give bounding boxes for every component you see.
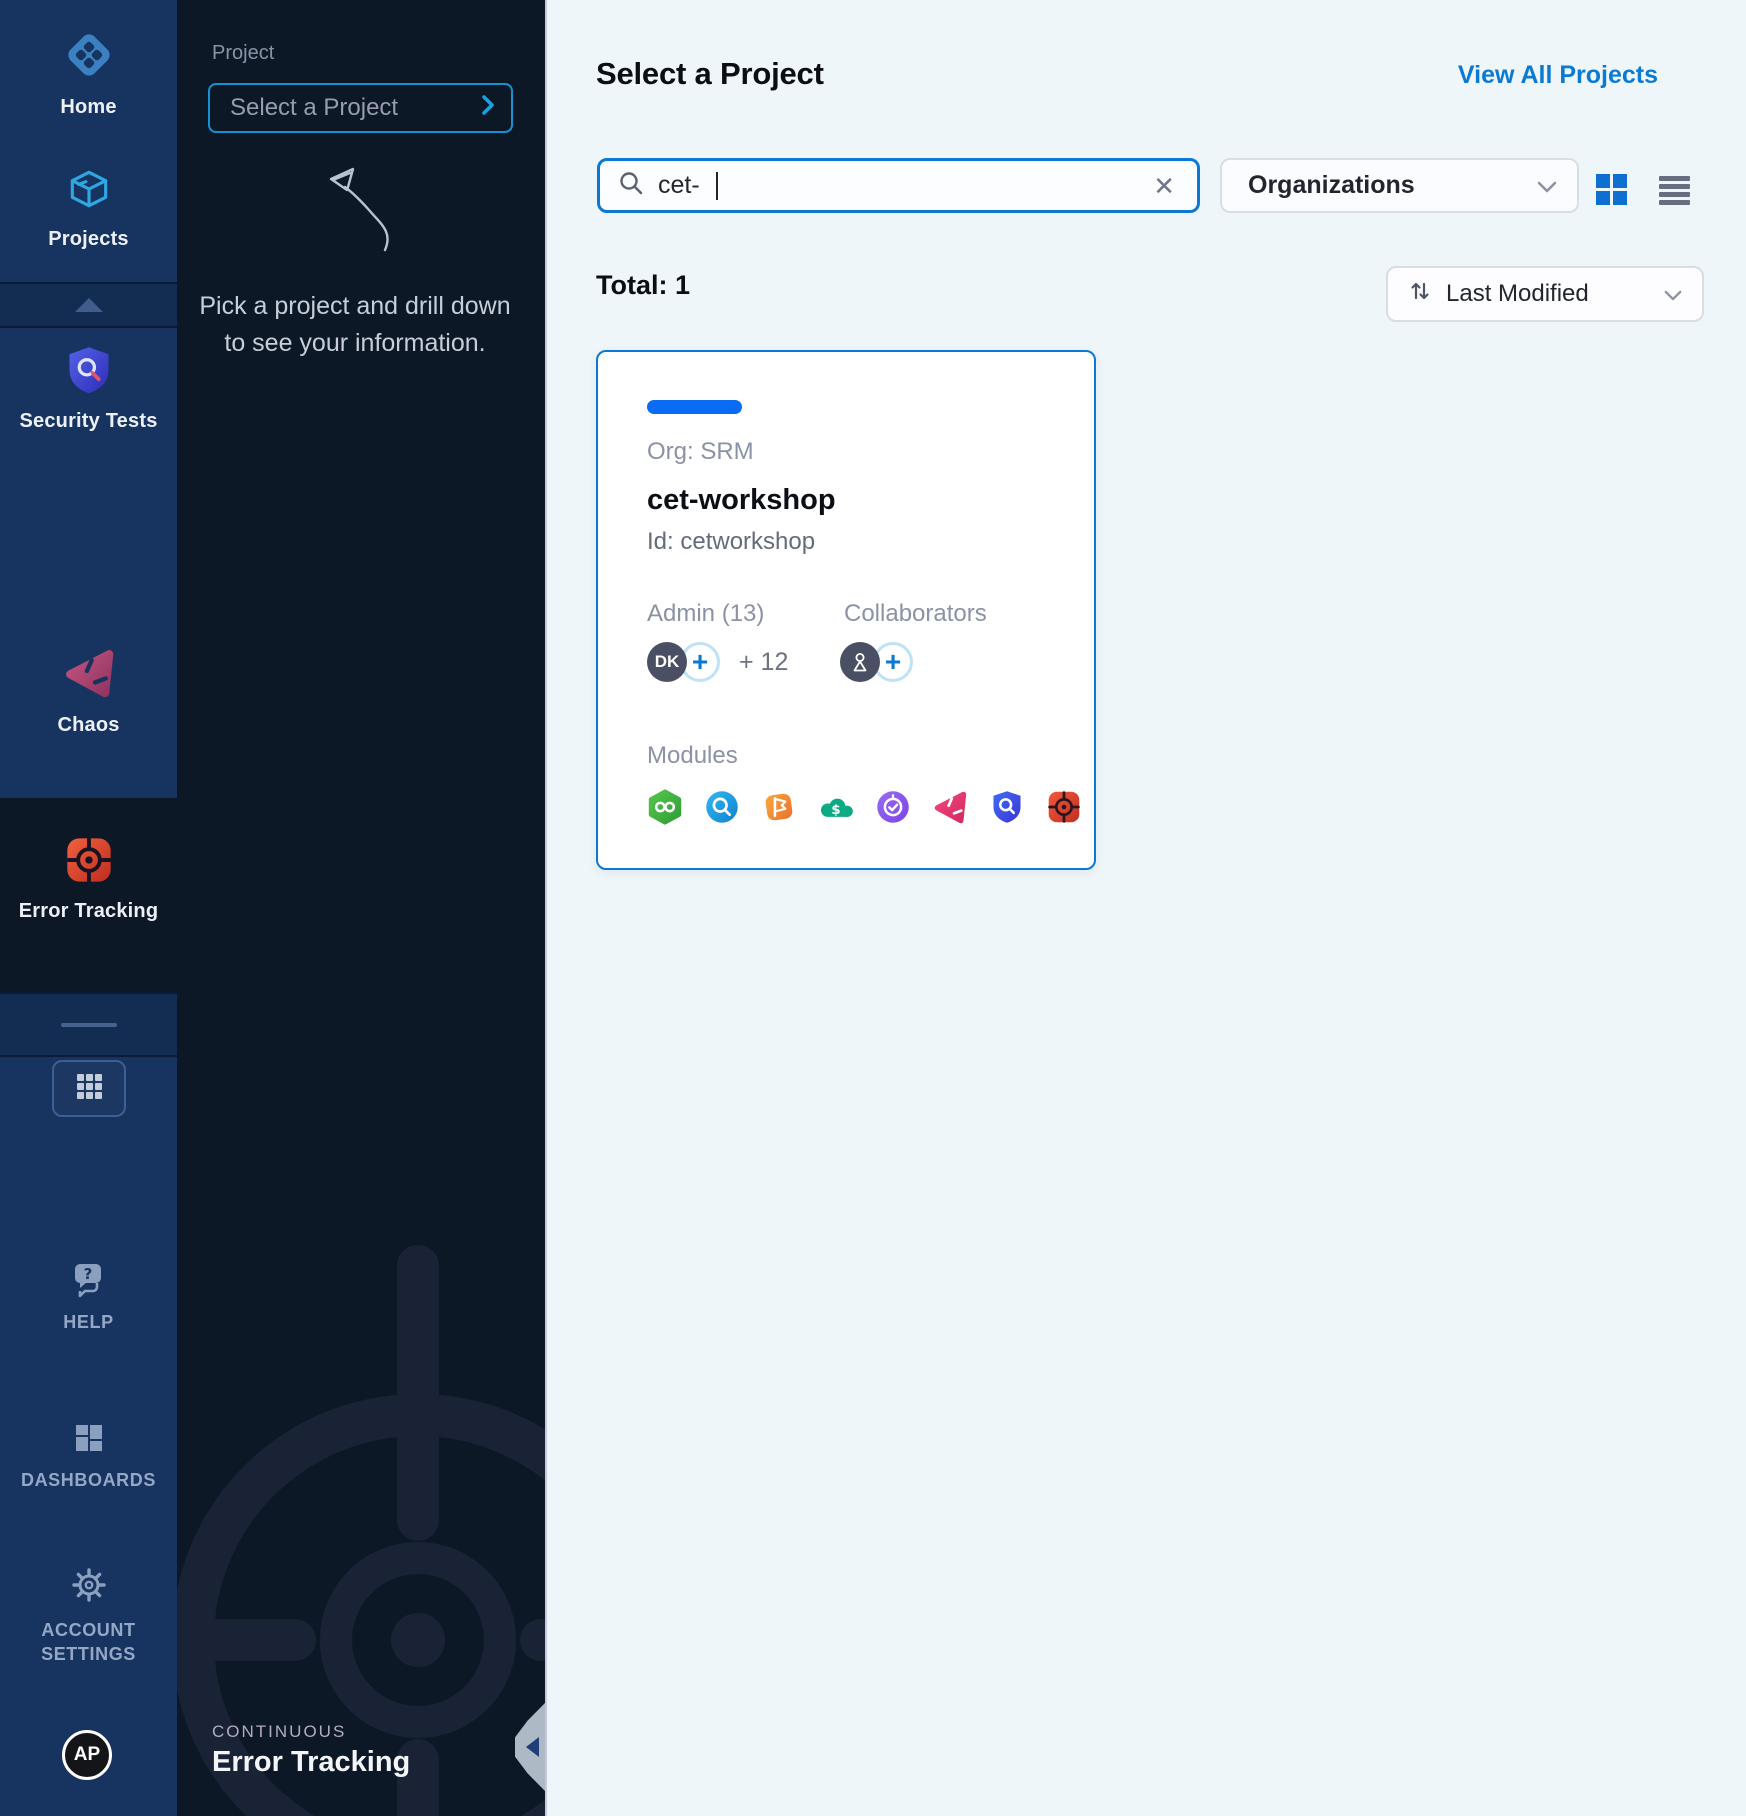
card-org: Org: SRM bbox=[647, 438, 754, 466]
security-icon bbox=[989, 789, 1025, 825]
collapse-left-icon bbox=[526, 1737, 539, 1757]
project-panel-label: Project bbox=[212, 42, 274, 65]
card-project-name: cet-workshop bbox=[647, 484, 836, 517]
sidebar-item-chaos[interactable]: Chaos bbox=[0, 646, 177, 737]
target-watermark bbox=[177, 1096, 547, 1816]
project-card[interactable]: Org: SRM cet-workshop Id: cetworkshop Ad… bbox=[596, 350, 1096, 870]
admin-label: Admin (13) bbox=[647, 600, 764, 628]
organizations-dropdown-value: Organizations bbox=[1248, 171, 1415, 200]
sidebar-item-error-tracking[interactable]: Error Tracking bbox=[0, 834, 177, 923]
srm-icon bbox=[875, 789, 911, 825]
project-selector-value: Select a Project bbox=[230, 94, 398, 122]
hand-drawn-arrow-icon bbox=[323, 166, 399, 258]
modules-label: Modules bbox=[647, 742, 738, 770]
panel-collapse-tab[interactable] bbox=[515, 1703, 545, 1791]
page-title: Select a Project bbox=[596, 56, 824, 92]
list-view-icon bbox=[1658, 193, 1691, 210]
error-tracking-icon bbox=[1046, 789, 1082, 825]
cloud-cost-icon: $ bbox=[818, 789, 854, 825]
projects-cube-icon bbox=[64, 164, 114, 219]
feature-flags-icon bbox=[761, 789, 797, 825]
svg-text:?: ? bbox=[83, 1265, 92, 1283]
list-view-toggle[interactable] bbox=[1658, 173, 1691, 211]
grid-view-icon bbox=[1595, 193, 1628, 210]
plus-icon: + bbox=[885, 646, 901, 678]
sort-dropdown-value: Last Modified bbox=[1446, 280, 1589, 308]
admin-avatar[interactable]: DK bbox=[647, 642, 687, 682]
verify-icon bbox=[704, 789, 740, 825]
grid-view-toggle[interactable] bbox=[1595, 173, 1628, 211]
collaborator-avatar[interactable] bbox=[840, 642, 880, 682]
security-shield-icon bbox=[63, 344, 115, 401]
collaborators-label: Collaborators bbox=[844, 600, 987, 628]
sidebar-item-label: HELP bbox=[63, 1312, 113, 1333]
panel-footer-kicker: CONTINUOUS bbox=[212, 1722, 346, 1742]
dashboards-tiles-icon bbox=[71, 1420, 107, 1461]
sidebar-item-label: Chaos bbox=[57, 714, 119, 737]
user-avatar[interactable]: AP bbox=[62, 1730, 112, 1780]
view-all-projects-link[interactable]: View All Projects bbox=[1458, 61, 1658, 90]
modules-row: $ bbox=[647, 789, 1082, 825]
chevron-right-icon bbox=[481, 94, 495, 123]
error-tracking-target-icon bbox=[63, 834, 115, 891]
total-count: Total: 1 bbox=[596, 270, 690, 301]
help-chat-icon: ? bbox=[70, 1260, 108, 1303]
person-icon bbox=[848, 650, 872, 674]
divider-handle-icon bbox=[61, 1023, 117, 1027]
sidebar-item-label: DASHBOARDS bbox=[21, 1470, 156, 1491]
sidebar-item-home[interactable]: Home bbox=[0, 28, 177, 119]
sidebar-item-label: Security Tests bbox=[19, 410, 157, 433]
sidebar-item-account-settings[interactable]: ACCOUNT SETTINGS bbox=[0, 1566, 177, 1666]
user-avatar-initials: AP bbox=[74, 1744, 100, 1766]
sidebar-item-label: Error Tracking bbox=[19, 900, 159, 923]
panel-footer-title: Error Tracking bbox=[212, 1746, 410, 1779]
admin-avatar-initials: DK bbox=[655, 652, 680, 672]
main-content: Select a Project View All Projects cet- … bbox=[549, 0, 1746, 1816]
sort-dropdown[interactable]: Last Modified bbox=[1386, 266, 1704, 322]
chevron-down-icon bbox=[1664, 280, 1682, 308]
harness-home-icon bbox=[62, 28, 116, 87]
sidebar-item-help[interactable]: ? HELP bbox=[0, 1260, 177, 1333]
plus-icon: + bbox=[692, 646, 708, 678]
clear-search-icon[interactable]: ✕ bbox=[1153, 173, 1175, 199]
sidebar-divider[interactable] bbox=[0, 992, 177, 1057]
chevron-down-icon bbox=[1537, 171, 1557, 200]
search-value: cet- bbox=[658, 171, 700, 200]
ci-icon bbox=[647, 789, 683, 825]
sidebar-item-projects[interactable]: Projects bbox=[0, 164, 177, 251]
project-color-pill bbox=[647, 400, 742, 414]
gear-icon bbox=[70, 1566, 108, 1609]
sidebar-item-security-tests[interactable]: Security Tests bbox=[0, 344, 177, 433]
collapse-up-icon bbox=[75, 298, 103, 312]
chaos-triangle-icon bbox=[62, 646, 116, 705]
svg-text:$: $ bbox=[831, 802, 840, 818]
project-search-input[interactable]: cet- ✕ bbox=[597, 158, 1200, 213]
chaos-icon bbox=[932, 789, 968, 825]
module-selector-button[interactable] bbox=[52, 1060, 126, 1117]
sidebar: Home Projects Security Tests bbox=[0, 0, 177, 1816]
text-caret bbox=[716, 172, 718, 200]
grid-menu-icon bbox=[71, 1068, 107, 1109]
sidebar-item-label: Projects bbox=[48, 228, 129, 251]
project-panel: Project Select a Project Pick a project … bbox=[177, 0, 547, 1816]
card-project-id: Id: cetworkshop bbox=[647, 528, 815, 556]
admin-more-count: + 12 bbox=[739, 648, 788, 677]
sidebar-item-label: Home bbox=[60, 96, 116, 119]
sidebar-collapse-strip[interactable] bbox=[0, 282, 177, 328]
search-icon bbox=[618, 170, 644, 201]
sidebar-item-label: ACCOUNT SETTINGS bbox=[29, 1618, 149, 1666]
sort-arrows-icon bbox=[1408, 279, 1432, 310]
panel-hint-text: Pick a project and drill down to see you… bbox=[197, 288, 513, 362]
project-selector[interactable]: Select a Project bbox=[208, 83, 513, 133]
sidebar-item-dashboards[interactable]: DASHBOARDS bbox=[0, 1420, 177, 1491]
organizations-dropdown[interactable]: Organizations bbox=[1220, 158, 1579, 213]
